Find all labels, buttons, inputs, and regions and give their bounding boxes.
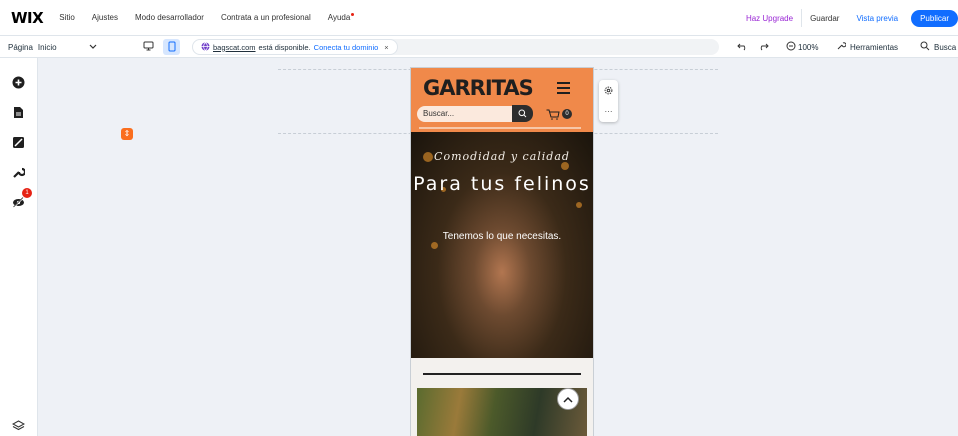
menu-ayuda-label: Ayuda [327, 13, 351, 22]
wrench-icon [12, 167, 25, 178]
page-label: Página [8, 42, 33, 52]
eye-off-icon [12, 196, 24, 208]
business-tools-button[interactable] [8, 162, 28, 182]
redo-button[interactable] [758, 36, 769, 58]
publish-button[interactable]: Publicar [911, 9, 958, 27]
domain-message: está disponible. [258, 42, 311, 52]
mobile-view-button[interactable] [163, 39, 180, 55]
menu-ayuda[interactable]: Ayuda [328, 13, 355, 22]
cart-icon[interactable] [546, 107, 560, 125]
bokeh-light [431, 242, 438, 249]
domain-notice: bagscat.com está disponible. Conecta tu … [192, 39, 398, 55]
notification-badge: 1 [22, 188, 32, 198]
page-value: Inicio [37, 42, 57, 52]
search-label: Busca [934, 42, 957, 52]
design-button[interactable] [8, 132, 28, 152]
pages-button[interactable] [8, 102, 28, 122]
section-divider-line [423, 373, 581, 375]
cart-count-badge: 0 [562, 109, 572, 119]
design-icon [12, 136, 24, 148]
menu-dev-mode[interactable]: Modo desarrollador [135, 13, 204, 22]
zoom-level: 100% [798, 42, 819, 52]
page-icon [13, 106, 23, 118]
chevron-down-icon [89, 43, 97, 52]
desktop-view-button[interactable] [140, 39, 157, 55]
top-bar: WIX Sitio Ajustes Modo desarrollador Con… [0, 0, 958, 36]
hero-subtitle[interactable]: Comodidad y calidad [411, 150, 593, 163]
save-button[interactable]: Guardar [810, 14, 839, 23]
mobile-site-preview[interactable]: GARRITAS Buscar... 0 Comodidad y calidad… [411, 68, 593, 436]
site-header[interactable]: GARRITAS Buscar... 0 [411, 68, 593, 132]
search-icon [518, 109, 527, 118]
more-options-button[interactable]: ··· [599, 101, 618, 122]
site-logo[interactable]: GARRITAS [423, 76, 534, 100]
divider [801, 9, 803, 27]
more-icon: ··· [604, 107, 613, 116]
site-search-button[interactable] [512, 105, 533, 122]
back-to-top-button[interactable] [557, 388, 579, 410]
wix-logo[interactable]: WIX [11, 9, 44, 27]
hero-text[interactable]: Tenemos lo que necesitas. [411, 231, 593, 242]
chevron-up-icon [563, 396, 573, 403]
hero-section[interactable] [411, 132, 593, 358]
editor-toolbar: Página Inicio bagscat.com está disponibl… [0, 36, 958, 58]
layers-button[interactable] [8, 415, 28, 435]
mobile-icon [168, 41, 176, 54]
bokeh-light [561, 162, 569, 170]
menu-sitio[interactable]: Sitio [59, 13, 75, 22]
desktop-icon [143, 41, 154, 53]
search-icon [920, 41, 930, 53]
bokeh-light [576, 202, 582, 208]
zoom-out-icon [786, 41, 796, 53]
zoom-control[interactable]: 100% [786, 36, 818, 58]
layers-icon [11, 419, 25, 430]
tools-icon [836, 41, 847, 53]
close-icon[interactable]: × [384, 43, 388, 52]
left-sidebar: 1 [0, 58, 38, 436]
notification-dot [351, 13, 355, 16]
top-right-actions: Haz Upgrade Guardar Vista previa Publica… [746, 0, 958, 36]
tools-button[interactable]: Herramientas [836, 36, 898, 58]
menu-ajustes[interactable]: Ajustes [92, 13, 118, 22]
add-elements-button[interactable] [8, 72, 28, 92]
hamburger-menu-icon[interactable] [557, 82, 570, 97]
globe-icon [201, 41, 210, 53]
preview-button[interactable]: Vista previa [856, 14, 898, 23]
page-selector[interactable]: Página Inicio [8, 36, 97, 58]
redo-icon [758, 42, 769, 53]
floating-tools: ··· [599, 80, 618, 122]
site-search-input[interactable]: Buscar... [417, 106, 513, 122]
upgrade-link[interactable]: Haz Upgrade [746, 14, 793, 23]
menu-hire-pro[interactable]: Contrata a un profesional [221, 13, 311, 22]
search-button[interactable]: Busca [920, 36, 956, 58]
tools-label: Herramientas [850, 42, 899, 52]
section-resize-handle[interactable]: ⇕ [121, 128, 133, 140]
connect-domain-link[interactable]: Conecta tu dominio [314, 43, 379, 52]
domain-name: bagscat.com [213, 42, 256, 52]
undo-button[interactable] [737, 36, 748, 58]
header-divider [419, 127, 581, 129]
plus-circle-icon [12, 76, 24, 88]
settings-button[interactable] [599, 80, 618, 101]
hero-title[interactable]: Para tus felinos [411, 172, 593, 196]
gear-icon [604, 86, 613, 95]
undo-icon [737, 42, 748, 53]
